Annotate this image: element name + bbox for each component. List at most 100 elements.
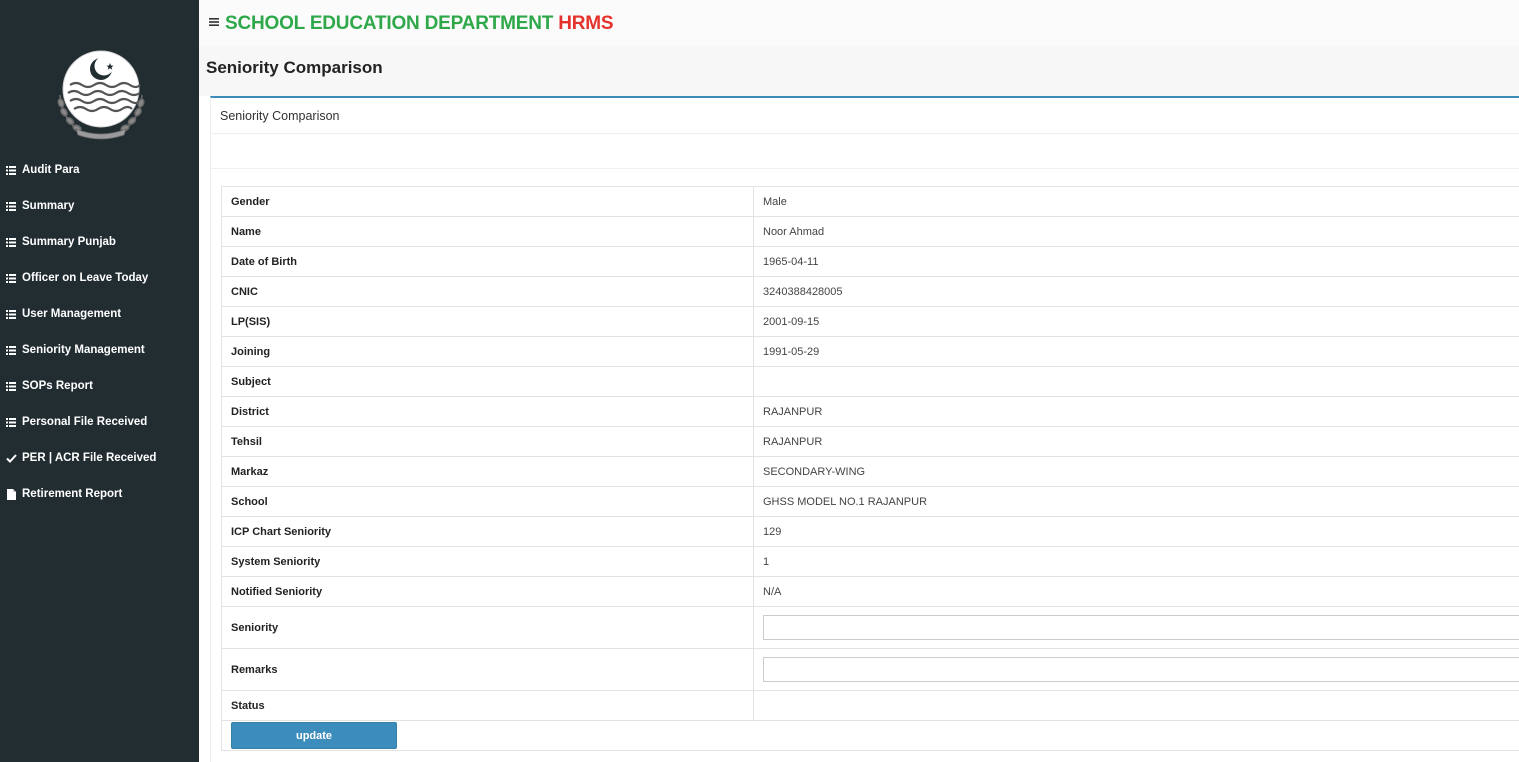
row-label: Notified Seniority xyxy=(221,576,754,607)
table-row: System Seniority 1 xyxy=(221,546,1519,577)
row-label: ICP Chart Seniority xyxy=(221,516,754,547)
seniority-label: Seniority xyxy=(221,606,754,649)
row-label: LP(SIS) xyxy=(221,306,754,337)
remarks-row: Remarks xyxy=(221,648,1519,691)
top-header: SCHOOL EDUCATION DEPARTMENT HRMS xyxy=(199,0,1519,46)
content-header: Seniority Comparison xyxy=(199,46,1519,96)
row-value: N/A xyxy=(753,576,1519,607)
sidebar-item-per-acr-file-received[interactable]: PER | ACR File Received xyxy=(0,440,199,476)
list-icon xyxy=(5,380,17,392)
list-icon xyxy=(5,416,17,428)
row-label: Joining xyxy=(221,336,754,367)
list-icon xyxy=(5,200,17,212)
box-title: Seniority Comparison xyxy=(211,98,1519,134)
sidebar-item-user-management[interactable]: User Management xyxy=(0,296,199,332)
hamburger-menu-icon[interactable] xyxy=(209,14,219,26)
table-row: Subject xyxy=(221,366,1519,397)
status-row: Status xyxy=(221,690,1519,721)
row-value: 1 xyxy=(753,546,1519,577)
table-row: Name Noor Ahmad xyxy=(221,216,1519,247)
row-label: District xyxy=(221,396,754,427)
table-row: Markaz SECONDARY-WING xyxy=(221,456,1519,487)
punjab-emblem-logo xyxy=(52,45,150,143)
seniority-input[interactable] xyxy=(763,615,1519,640)
sidebar-item-label: Personal File Received xyxy=(22,416,148,428)
sidebar-item-personal-file-received[interactable]: Personal File Received xyxy=(0,404,199,440)
list-icon xyxy=(5,236,17,248)
sidebar-item-label: Seniority Management xyxy=(22,344,145,356)
brand-main-text: SCHOOL EDUCATION DEPARTMENT xyxy=(225,13,554,34)
brand-accent-text: HRMS xyxy=(558,13,614,34)
file-icon xyxy=(5,488,17,500)
row-value: RAJANPUR xyxy=(753,396,1519,427)
row-value: 3240388428005 xyxy=(753,276,1519,307)
row-value: GHSS MODEL NO.1 RAJANPUR xyxy=(753,486,1519,517)
row-value: Noor Ahmad xyxy=(753,216,1519,247)
action-cell: update xyxy=(221,720,1519,751)
table-row: District RAJANPUR xyxy=(221,396,1519,427)
list-icon xyxy=(5,308,17,320)
status-value xyxy=(753,690,1519,721)
row-value: Male xyxy=(753,186,1519,217)
sidebar-item-seniority-management[interactable]: Seniority Management xyxy=(0,332,199,368)
table-row: ICP Chart Seniority 129 xyxy=(221,516,1519,547)
table-row: Gender Male xyxy=(221,186,1519,217)
sidebar-item-label: SOPs Report xyxy=(22,380,93,392)
table-row: Date of Birth 1965-04-11 xyxy=(221,246,1519,277)
row-value: 1991-05-29 xyxy=(753,336,1519,367)
sidebar-item-summary-punjab[interactable]: Summary Punjab xyxy=(0,224,199,260)
table-row: Notified Seniority N/A xyxy=(221,576,1519,607)
row-value: 1965-04-11 xyxy=(753,246,1519,277)
employee-details-table: Gender Male Name Noor Ahmad Date of Birth 1… xyxy=(221,186,1519,751)
row-label: System Seniority xyxy=(221,546,754,577)
row-value: 2001-09-15 xyxy=(753,306,1519,337)
box-subheader xyxy=(211,134,1519,169)
seniority-comparison-box: Seniority Comparison Gender Male Name Noor… xyxy=(210,96,1519,762)
sidebar-item-sops-report[interactable]: SOPs Report xyxy=(0,368,199,404)
seniority-cell xyxy=(753,606,1519,649)
table-row: CNIC 3240388428005 xyxy=(221,276,1519,307)
sidebar-item-summary[interactable]: Summary xyxy=(0,188,199,224)
list-icon xyxy=(5,344,17,356)
row-value: RAJANPUR xyxy=(753,426,1519,457)
table-row: Tehsil RAJANPUR xyxy=(221,426,1519,457)
remarks-label: Remarks xyxy=(221,648,754,691)
row-label: Name xyxy=(221,216,754,247)
sidebar-item-audit-para[interactable]: Audit Para xyxy=(0,152,199,188)
sidebar-item-label: User Management xyxy=(22,308,122,320)
check-icon xyxy=(5,452,17,464)
row-label: Gender xyxy=(221,186,754,217)
remarks-cell xyxy=(753,648,1519,691)
sidebar-item-label: Officer on Leave Today xyxy=(22,272,149,284)
table-row: LP(SIS) 2001-09-15 xyxy=(221,306,1519,337)
sidebar-item-label: Retirement Report xyxy=(22,488,123,500)
sidebar-item-label: Summary Punjab xyxy=(22,236,116,248)
row-value: 129 xyxy=(753,516,1519,547)
sidebar-item-officer-on-leave-today[interactable]: Officer on Leave Today xyxy=(0,260,199,296)
sidebar: Audit Para Summary Summary Punjab Office… xyxy=(0,0,199,762)
row-label: Markaz xyxy=(221,456,754,487)
row-value xyxy=(753,366,1519,397)
remarks-input[interactable] xyxy=(763,657,1519,682)
seniority-row: Seniority xyxy=(221,606,1519,649)
row-label: School xyxy=(221,486,754,517)
table-row: School GHSS MODEL NO.1 RAJANPUR xyxy=(221,486,1519,517)
sidebar-item-label: PER | ACR File Received xyxy=(22,452,157,464)
update-button[interactable]: update xyxy=(231,722,397,749)
sidebar-item-retirement-report[interactable]: Retirement Report xyxy=(0,476,199,512)
sidebar-nav: Audit Para Summary Summary Punjab Office… xyxy=(0,152,199,512)
action-row: update xyxy=(221,720,1519,751)
page-title: Seniority Comparison xyxy=(206,58,383,77)
sidebar-item-label: Summary xyxy=(22,200,75,212)
sidebar-item-label: Audit Para xyxy=(22,164,80,176)
row-label: Subject xyxy=(221,366,754,397)
row-value: SECONDARY-WING xyxy=(753,456,1519,487)
list-icon xyxy=(5,164,17,176)
row-label: CNIC xyxy=(221,276,754,307)
table-row: Joining 1991-05-29 xyxy=(221,336,1519,367)
list-icon xyxy=(5,272,17,284)
app-brand[interactable]: SCHOOL EDUCATION DEPARTMENT HRMS xyxy=(225,13,614,35)
row-label: Tehsil xyxy=(221,426,754,457)
row-label: Date of Birth xyxy=(221,246,754,277)
status-label: Status xyxy=(221,690,754,721)
